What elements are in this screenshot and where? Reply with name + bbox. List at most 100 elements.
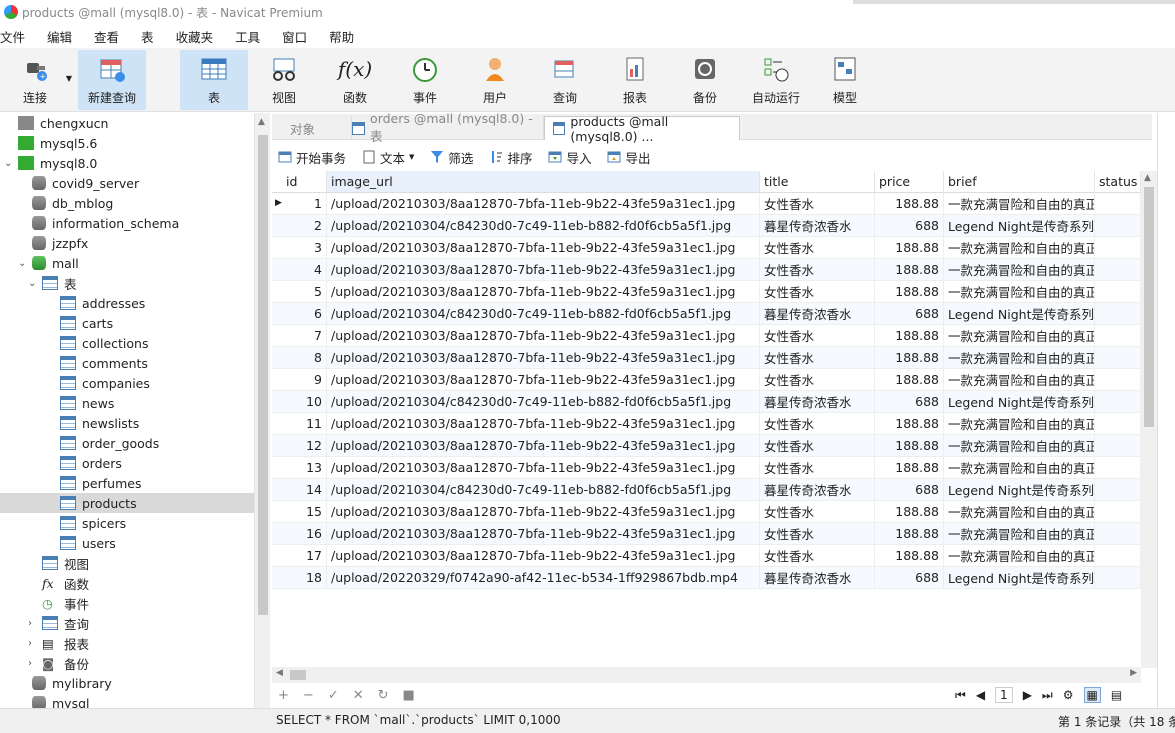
menu-item-5[interactable]: 工具 (235, 27, 260, 46)
cell-brief[interactable]: Legend Night是传奇系列香 (944, 479, 1095, 501)
page-number[interactable]: 1 (995, 687, 1013, 703)
cell-brief[interactable]: Legend Night是传奇系列香 (944, 215, 1095, 237)
cell-price[interactable]: 188.88 (875, 523, 944, 545)
cell-price[interactable]: 188.88 (875, 501, 944, 523)
cell-brief[interactable]: 一款充满冒险和自由的真正 (944, 501, 1095, 523)
import-button[interactable]: 导入 (548, 148, 591, 167)
sidebar-item-companies[interactable]: companies (0, 373, 254, 393)
delete-record-icon[interactable]: − (303, 688, 314, 703)
table-row[interactable]: 2/upload/20210304/c84230d0-7c49-11eb-b88… (272, 215, 1141, 237)
view-button[interactable]: 视图 (254, 50, 314, 110)
cell-image-url[interactable]: /upload/20210303/8aa12870-7bfa-11eb-9b22… (327, 193, 760, 215)
form-view-icon[interactable]: ▤ (1111, 688, 1122, 702)
cell-brief[interactable]: 一款充满冒险和自由的真正 (944, 545, 1095, 567)
sidebar-item--[interactable]: › ◙ 备份 (0, 653, 254, 673)
column-header-image-url[interactable]: image_url (327, 171, 760, 193)
grid-vertical-scrollbar[interactable]: ▲ (1141, 171, 1157, 668)
cell-title[interactable]: 女性香水 (760, 347, 875, 369)
cell-brief[interactable]: 一款充满冒险和自由的真正 (944, 347, 1095, 369)
export-button[interactable]: 导出 (607, 148, 650, 167)
cell-status[interactable] (1095, 281, 1141, 303)
cell-brief[interactable]: Legend Night是传奇系列香 (944, 567, 1095, 589)
chevron-right-icon[interactable]: › (28, 638, 38, 649)
grid-view-icon[interactable]: ▦ (1083, 687, 1101, 703)
menu-item-4[interactable]: 收藏夹 (176, 27, 214, 46)
cell-title[interactable]: 暮星传奇浓香水 (760, 215, 875, 237)
cell-id[interactable]: 14 (272, 479, 327, 501)
table-row[interactable]: 1/upload/20210303/8aa12870-7bfa-11eb-9b2… (272, 193, 1141, 215)
cell-status[interactable] (1095, 567, 1141, 589)
cell-id[interactable]: 13 (272, 457, 327, 479)
sidebar-item--[interactable]: ◷ 事件 (0, 593, 254, 613)
table-row[interactable]: 6/upload/20210304/c84230d0-7c49-11eb-b88… (272, 303, 1141, 325)
cell-image-url[interactable]: /upload/20210303/8aa12870-7bfa-11eb-9b22… (327, 325, 760, 347)
sidebar-item--[interactable]: › 查询 (0, 613, 254, 633)
sidebar-item-users[interactable]: users (0, 533, 254, 553)
cell-status[interactable] (1095, 523, 1141, 545)
menu-item-6[interactable]: 窗口 (282, 27, 307, 46)
column-header-id[interactable]: id (272, 171, 327, 193)
cell-image-url[interactable]: /upload/20210303/8aa12870-7bfa-11eb-9b22… (327, 259, 760, 281)
scroll-left-icon[interactable]: ◀ (276, 668, 283, 678)
cell-image-url[interactable]: /upload/20210303/8aa12870-7bfa-11eb-9b22… (327, 369, 760, 391)
sidebar-item-mylibrary[interactable]: mylibrary (0, 673, 254, 693)
cell-brief[interactable]: 一款充满冒险和自由的真正 (944, 523, 1095, 545)
table-row[interactable]: 9/upload/20210303/8aa12870-7bfa-11eb-9b2… (272, 369, 1141, 391)
cell-title[interactable]: 女性香水 (760, 193, 875, 215)
cell-status[interactable] (1095, 501, 1141, 523)
sidebar-item-carts[interactable]: carts (0, 313, 254, 333)
cell-image-url[interactable]: /upload/20210304/c84230d0-7c49-11eb-b882… (327, 391, 760, 413)
chevron-down-icon[interactable]: ⌄ (28, 278, 38, 289)
table-row[interactable]: 10/upload/20210304/c84230d0-7c49-11eb-b8… (272, 391, 1141, 413)
cell-price[interactable]: 188.88 (875, 457, 944, 479)
cell-price[interactable]: 188.88 (875, 435, 944, 457)
table-row[interactable]: 5/upload/20210303/8aa12870-7bfa-11eb-9b2… (272, 281, 1141, 303)
cell-price[interactable]: 188.88 (875, 237, 944, 259)
cell-image-url[interactable]: /upload/20210303/8aa12870-7bfa-11eb-9b22… (327, 281, 760, 303)
cell-title[interactable]: 暮星传奇浓香水 (760, 567, 875, 589)
cell-brief[interactable]: 一款充满冒险和自由的真正 (944, 193, 1095, 215)
cell-price[interactable]: 188.88 (875, 413, 944, 435)
cell-brief[interactable]: 一款充满冒险和自由的真正 (944, 281, 1095, 303)
cell-status[interactable] (1095, 347, 1141, 369)
table-row[interactable]: 3/upload/20210303/8aa12870-7bfa-11eb-9b2… (272, 237, 1141, 259)
cell-title[interactable]: 女性香水 (760, 369, 875, 391)
sidebar-item-jzzpfx[interactable]: jzzpfx (0, 233, 254, 253)
tab-2[interactable]: products @mall (mysql8.0) ... (544, 114, 740, 144)
sidebar-item-news[interactable]: news (0, 393, 254, 413)
apply-changes-icon[interactable]: ✓ (328, 688, 339, 703)
sort-button[interactable]: 排序 (489, 148, 532, 167)
cell-title[interactable]: 女性香水 (760, 281, 875, 303)
add-record-icon[interactable]: + (278, 688, 289, 703)
cell-brief[interactable]: 一款充满冒险和自由的真正 (944, 259, 1095, 281)
cell-id[interactable]: 10 (272, 391, 327, 413)
table-row[interactable]: 18/upload/20220329/f0742a90-af42-11ec-b5… (272, 567, 1141, 589)
sidebar-item-newslists[interactable]: newslists (0, 413, 254, 433)
cell-price[interactable]: 188.88 (875, 193, 944, 215)
grid-horizontal-scrollbar[interactable]: ◀ ▶ (272, 667, 1141, 683)
cell-price[interactable]: 188.88 (875, 369, 944, 391)
cell-image-url[interactable]: /upload/20210304/c84230d0-7c49-11eb-b882… (327, 479, 760, 501)
cell-title[interactable]: 女性香水 (760, 259, 875, 281)
table-row[interactable]: 7/upload/20210303/8aa12870-7bfa-11eb-9b2… (272, 325, 1141, 347)
sidebar-item-chengxucn[interactable]: chengxucn (0, 113, 254, 133)
cell-id[interactable]: 18 (272, 567, 327, 589)
sidebar-item-orders[interactable]: orders (0, 453, 254, 473)
cell-status[interactable] (1095, 457, 1141, 479)
discard-changes-icon[interactable]: ✕ (353, 688, 364, 703)
chevron-down-icon[interactable]: ⌄ (18, 258, 28, 269)
cell-title[interactable]: 暮星传奇浓香水 (760, 391, 875, 413)
new-query-button[interactable]: 新建查询 (78, 50, 146, 110)
column-header-brief[interactable]: brief (944, 171, 1095, 193)
cell-image-url[interactable]: /upload/20210303/8aa12870-7bfa-11eb-9b22… (327, 457, 760, 479)
sidebar-item-information-schema[interactable]: information_schema (0, 213, 254, 233)
table-row[interactable]: 17/upload/20210303/8aa12870-7bfa-11eb-9b… (272, 545, 1141, 567)
cell-price[interactable]: 188.88 (875, 545, 944, 567)
cell-brief[interactable]: 一款充满冒险和自由的真正 (944, 237, 1095, 259)
backup-button[interactable]: 备份 (676, 50, 734, 110)
cell-brief[interactable]: 一款充满冒险和自由的真正 (944, 413, 1095, 435)
menu-item-1[interactable]: 编辑 (47, 27, 72, 46)
chevron-down-icon[interactable]: ⌄ (4, 158, 14, 169)
tab-1[interactable]: orders @mall (mysql8.0) - 表 (344, 111, 544, 144)
sidebar-item--[interactable]: › ▤ 报表 (0, 633, 254, 653)
